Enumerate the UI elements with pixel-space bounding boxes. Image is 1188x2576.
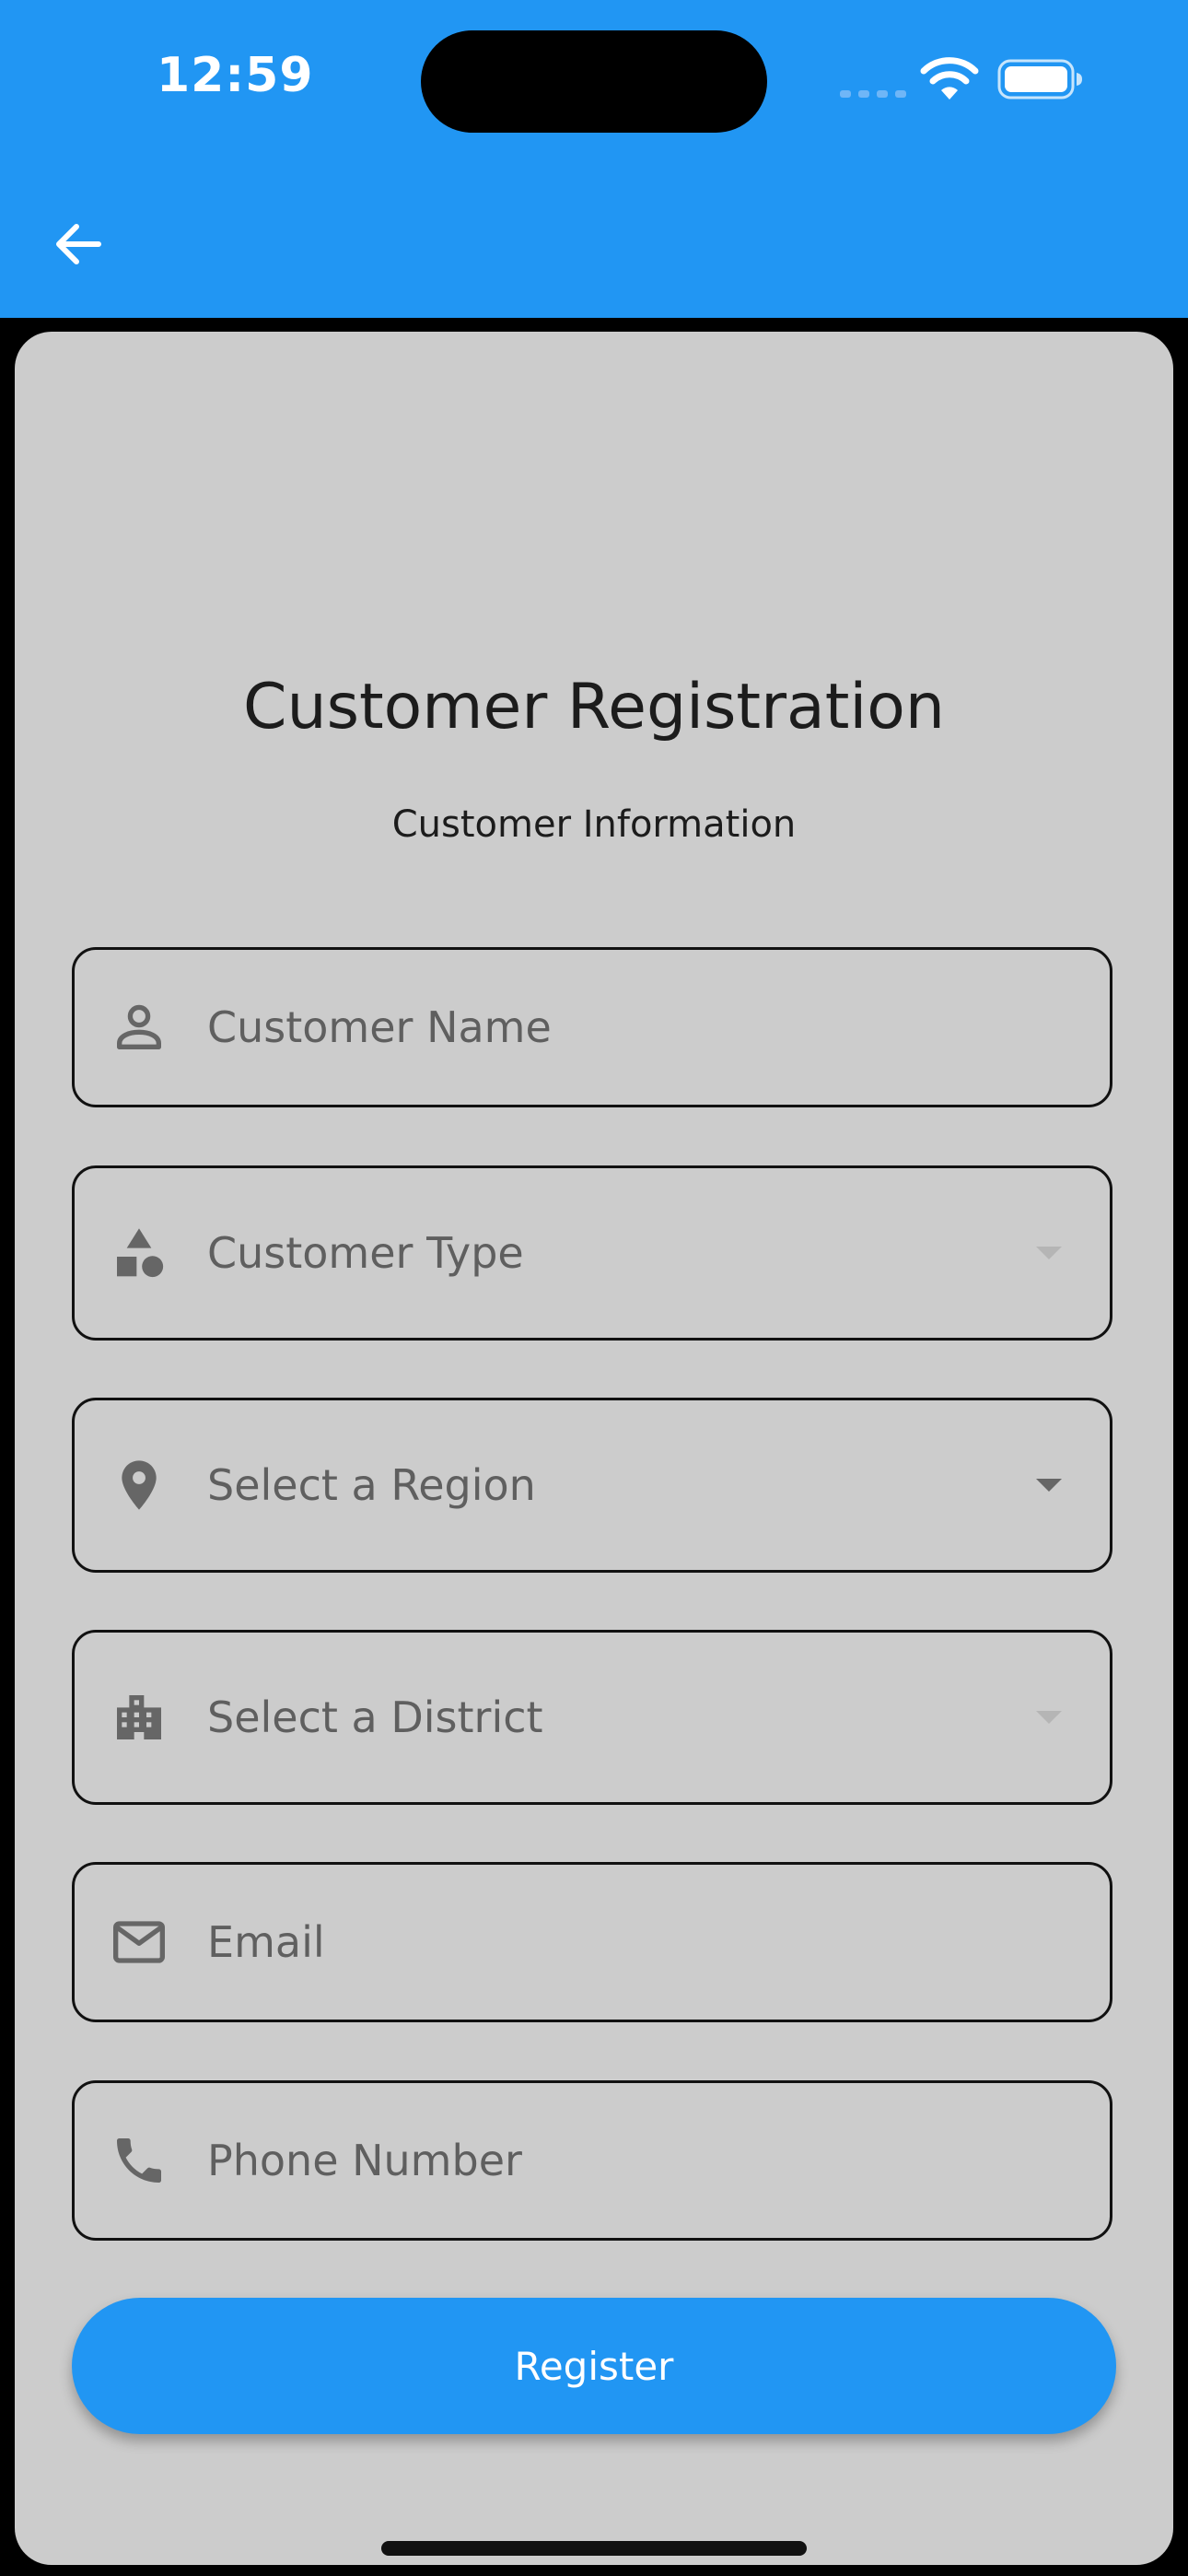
email-field[interactable]: Email — [72, 1862, 1112, 2022]
person-icon — [116, 1004, 161, 1049]
phone-number-field[interactable]: Phone Number — [72, 2080, 1112, 2241]
chevron-down-icon — [1036, 1479, 1062, 1492]
phone-number-label: Phone Number — [207, 2136, 522, 2185]
customer-type-label: Customer Type — [207, 1228, 524, 1278]
district-label: Select a District — [207, 1692, 543, 1742]
category-icon — [117, 1228, 164, 1278]
region-label: Select a Region — [207, 1460, 536, 1510]
wifi-icon — [920, 57, 979, 100]
email-label: Email — [207, 1917, 325, 1967]
chevron-down-icon — [1036, 1711, 1062, 1724]
customer-name-label: Customer Name — [207, 1002, 552, 1052]
register-button[interactable]: Register — [72, 2298, 1116, 2434]
location-pin-icon — [122, 1460, 157, 1510]
back-button[interactable] — [37, 203, 120, 286]
battery-icon — [997, 59, 1082, 100]
home-indicator — [381, 2541, 807, 2556]
customer-name-field[interactable]: Customer Name — [72, 947, 1112, 1107]
building-icon — [117, 1695, 161, 1739]
chevron-down-icon — [1036, 1247, 1062, 1259]
mail-icon — [113, 1921, 165, 1963]
dynamic-island — [421, 30, 767, 133]
customer-type-dropdown[interactable]: Customer Type — [72, 1165, 1112, 1341]
district-dropdown[interactable]: Select a District — [72, 1630, 1112, 1805]
cellular-signal-icon — [840, 90, 906, 98]
app-bar: 12:59 — [0, 0, 1188, 318]
region-dropdown[interactable]: Select a Region — [72, 1398, 1112, 1573]
section-subtitle: Customer Information — [391, 803, 797, 846]
arrow-back-icon — [56, 224, 101, 264]
page-title: Customer Registration — [243, 671, 945, 744]
status-time: 12:59 — [157, 48, 314, 103]
phone-icon — [117, 2138, 161, 2183]
